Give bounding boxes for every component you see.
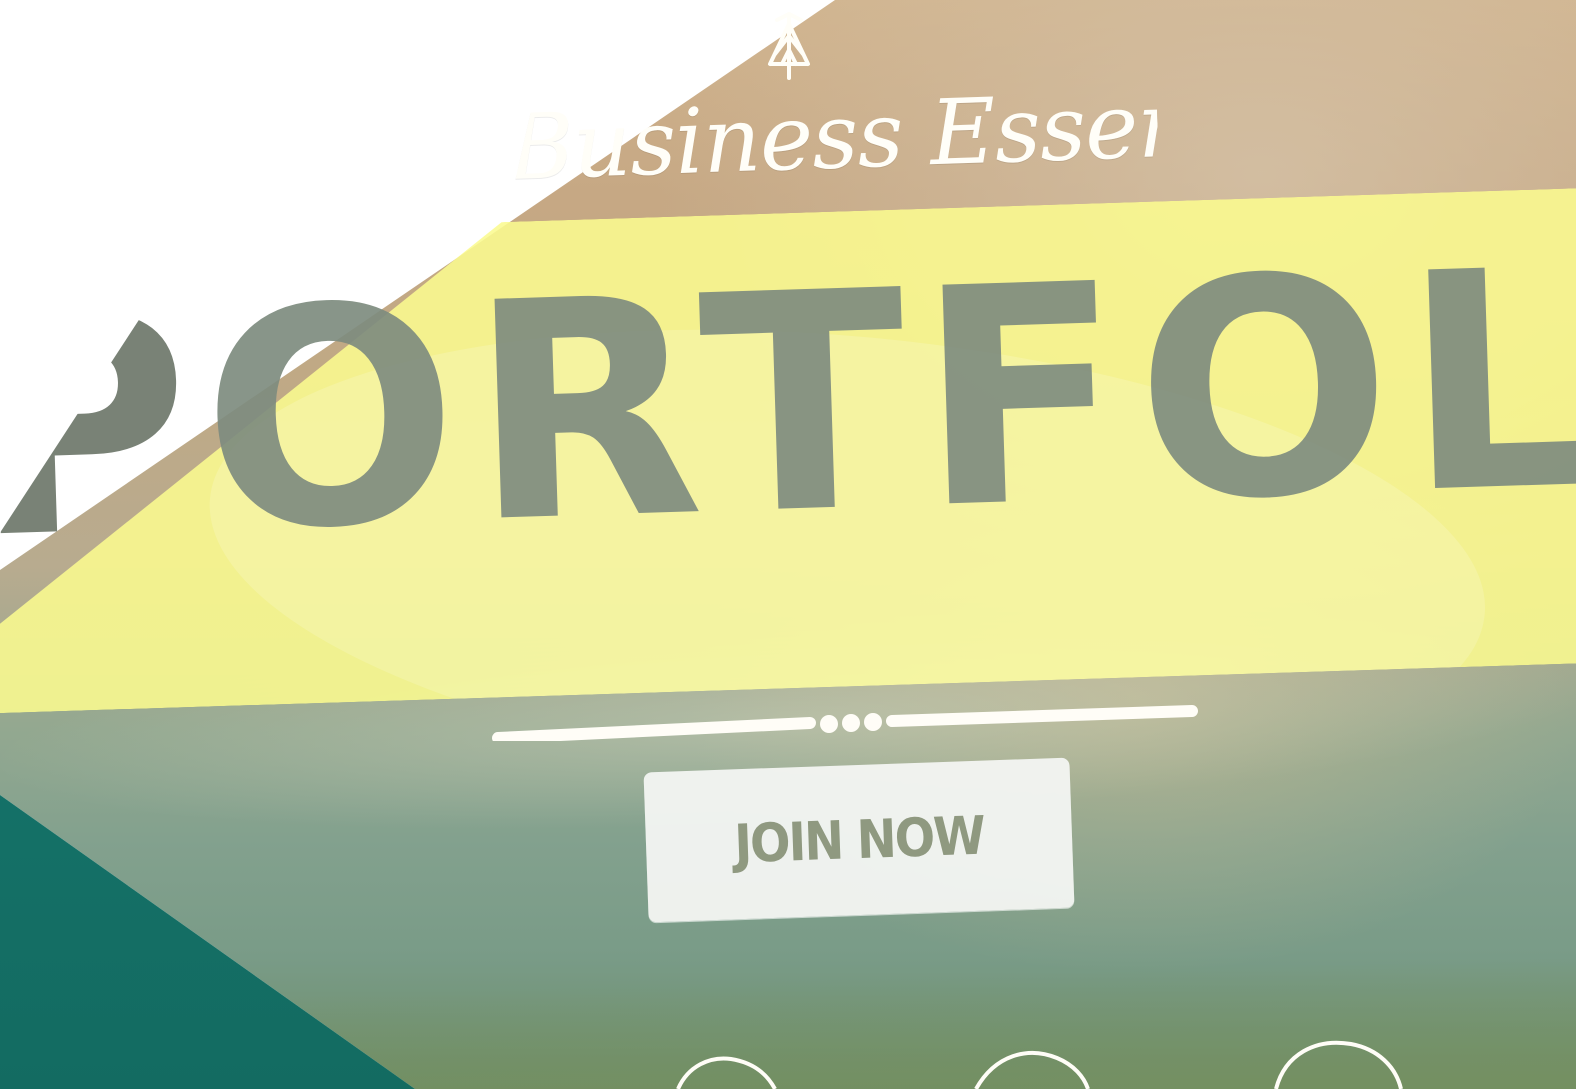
tower-logo-icon bbox=[768, 12, 810, 80]
circle-outline-icon bbox=[974, 1050, 1090, 1089]
circle-outline-icon bbox=[676, 1056, 777, 1089]
circle-outline-icon bbox=[1274, 1040, 1403, 1089]
portfolio-slide: Business Essentials PORTFOLIO JOIN NOW bbox=[0, 0, 1576, 1089]
page-title: PORTFOLIO bbox=[0, 192, 1576, 605]
divider-dots-icon bbox=[492, 705, 1198, 741]
feature-icons bbox=[676, 1040, 1403, 1089]
join-now-button[interactable]: JOIN NOW bbox=[643, 757, 1075, 923]
brand-name: Business Essentials bbox=[506, 65, 1385, 201]
